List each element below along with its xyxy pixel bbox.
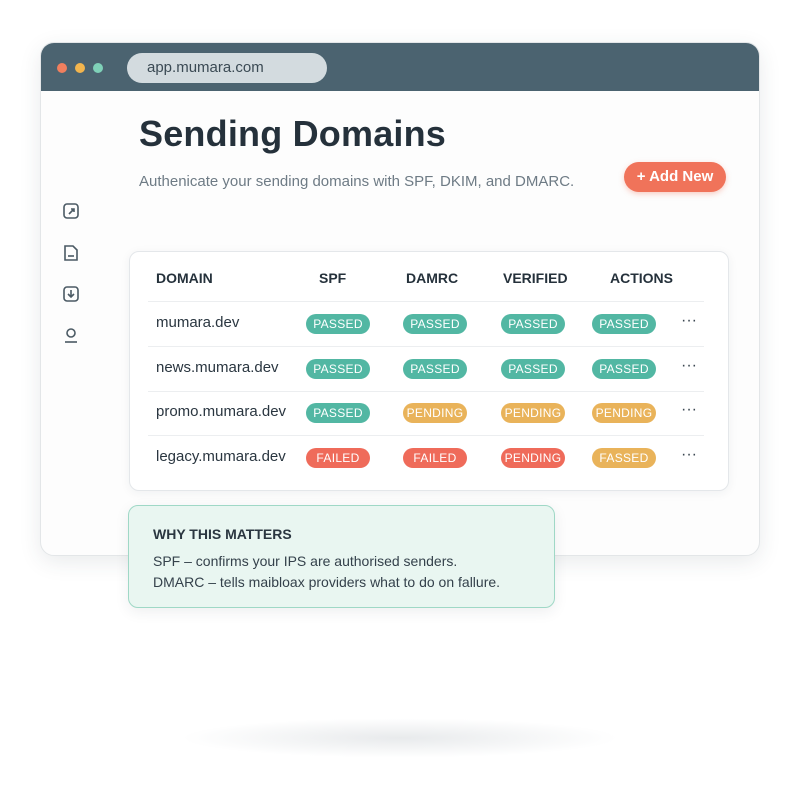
document-icon[interactable] [61,243,81,263]
table-row[interactable]: legacy.mumara.dev FAILED FAILED PENDING … [130,436,730,480]
status-badge-damrc: PASSED [403,314,467,334]
note-dmarc-text: DMARC – tells maibloax providers what to… [153,574,501,590]
more-options-icon[interactable]: ··· [680,400,698,420]
status-badge-verified: PASSED [501,314,565,334]
user-icon[interactable] [61,325,81,345]
add-new-button[interactable]: + Add New [624,162,726,192]
more-options-icon[interactable]: ··· [680,311,698,331]
status-badge-damrc: PASSED [403,359,467,379]
column-header-domain: DOMAIN [156,270,213,286]
table-row[interactable]: news.mumara.dev PASSED PASSED PASSED PAS… [130,347,730,391]
status-badge-actions: PASSED [592,359,656,379]
status-badge-verified: PENDING [501,448,565,468]
page-title: Sending Domains [139,113,447,154]
status-badge-damrc: FAILED [403,448,467,468]
import-icon[interactable] [61,284,81,304]
more-options-icon[interactable]: ··· [680,356,698,376]
page-subtitle: Authenicate your sending domains with SP… [139,173,575,190]
title-bar: app.mumara.com [41,43,759,91]
note-spf-text: SPF – confirms your IPS are authorised s… [153,553,458,569]
column-header-damrc: DAMRC [406,270,459,286]
column-header-actions: ACTIONS [610,270,673,286]
status-badge-actions: PENDING [592,403,656,423]
minimize-window-button[interactable] [75,63,85,73]
status-badge-actions: FASSED [592,448,656,468]
status-badge-spf: PASSED [306,359,370,379]
status-badge-verified: PENDING [501,403,565,423]
domain-name: mumara.dev [156,314,240,331]
status-badge-spf: PASSED [306,314,370,334]
browser-window: app.mumara.com Sending Domains Authenica… [40,42,760,556]
status-badge-actions: PASSED [592,314,656,334]
status-badge-damrc: PENDING [403,403,467,423]
domain-name: legacy.mumara.dev [156,448,286,465]
domain-name: promo.mumara.dev [156,403,287,420]
domain-name: news.mumara.dev [156,359,279,376]
status-badge-verified: PASSED [501,359,565,379]
info-note: WHY THIS MATTERS SPF – confirms your IPS… [128,505,555,608]
domains-table: DOMAIN SPF DAMRC VERIFIED ACTIONS mumara… [129,251,729,491]
table-row[interactable]: mumara.dev PASSED PASSED PASSED PASSED ·… [130,302,730,346]
address-bar[interactable]: app.mumara.com [127,53,327,83]
note-title: WHY THIS MATTERS [153,526,292,542]
floor-shadow [180,718,620,758]
more-options-icon[interactable]: ··· [680,445,698,465]
column-header-verified: VERIFIED [503,270,568,286]
status-badge-spf: FAILED [306,448,370,468]
table-row[interactable]: promo.mumara.dev PASSED PENDING PENDING … [130,391,730,435]
column-header-spf: SPF [319,270,347,286]
share-icon[interactable] [61,201,81,221]
maximize-window-button[interactable] [93,63,103,73]
close-window-button[interactable] [57,63,67,73]
status-badge-spf: PASSED [306,403,370,423]
